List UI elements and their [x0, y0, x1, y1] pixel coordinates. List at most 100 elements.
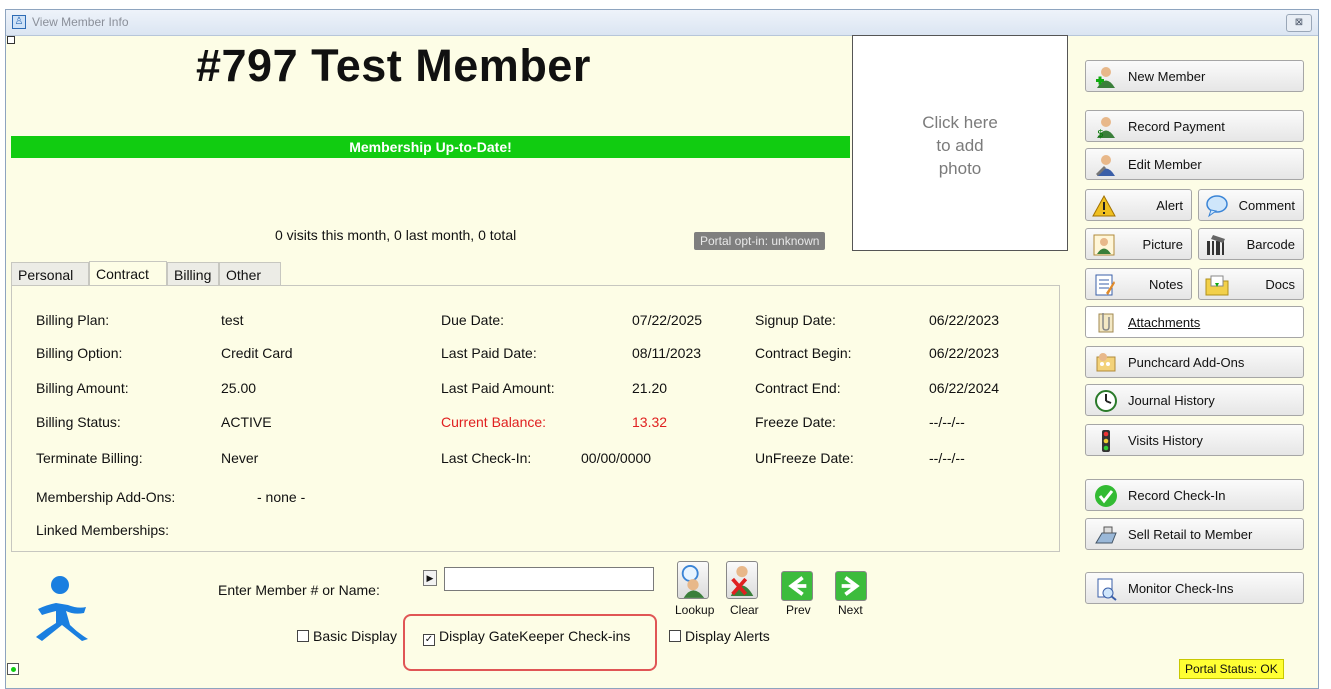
last-checkin-label: Last Check-In: — [441, 450, 532, 466]
visits-history-label: Visits History — [1128, 433, 1203, 448]
arrow-left-icon — [788, 576, 807, 596]
sell-retail-button[interactable]: Sell Retail to Member — [1085, 518, 1304, 550]
photo-prompt: Click here to add photo — [922, 113, 998, 178]
lookup-icon — [681, 565, 705, 598]
billing-amount-label: Billing Amount: — [36, 380, 129, 396]
picture-label: Picture — [1142, 237, 1183, 252]
window-title: View Member Info — [32, 15, 129, 29]
alert-label: Alert — [1156, 198, 1183, 213]
picture-button[interactable]: Picture — [1085, 228, 1192, 260]
unfreeze-date-value: --/--/-- — [929, 450, 965, 466]
traffic-light-icon — [1102, 430, 1110, 452]
alert-button[interactable]: Alert — [1085, 189, 1192, 221]
membership-status-bar: Membership Up-to-Date! — [11, 136, 850, 158]
attachments-button[interactable]: Attachments — [1085, 306, 1304, 338]
comment-button[interactable]: Comment — [1198, 189, 1304, 221]
record-payment-button[interactable]: $ Record Payment — [1085, 110, 1304, 142]
billing-status-value: ACTIVE — [221, 414, 272, 430]
photo-placeholder[interactable]: Click here to add photo — [852, 35, 1068, 251]
last-paid-date-label: Last Paid Date: — [441, 345, 537, 361]
clear-label: Clear — [730, 603, 759, 617]
payment-icon: $ — [1097, 117, 1115, 139]
notes-label: Notes — [1149, 277, 1183, 292]
new-member-button[interactable]: New Member — [1085, 60, 1304, 92]
close-button[interactable]: ⊠ — [1286, 14, 1312, 32]
edit-member-label: Edit Member — [1128, 157, 1202, 172]
monitor-checkins-button[interactable]: Monitor Check-Ins — [1085, 572, 1304, 604]
billing-plan-value: test — [221, 312, 244, 328]
tab-billing[interactable]: Billing — [167, 262, 219, 286]
basic-display-label: Basic Display — [313, 628, 398, 644]
barcode-label: Barcode — [1246, 237, 1295, 252]
current-balance-label: Current Balance: — [441, 414, 547, 430]
new-member-label: New Member — [1128, 69, 1206, 84]
search-dropdown-button[interactable]: ▶ — [423, 570, 437, 586]
next-label: Next — [838, 603, 863, 617]
docs-button[interactable]: Docs — [1198, 268, 1304, 300]
signup-date-label: Signup Date: — [755, 312, 836, 328]
billing-status-label: Billing Status: — [36, 414, 121, 430]
barcode-icon — [1207, 235, 1225, 255]
comment-icon — [1206, 195, 1228, 218]
contract-begin-label: Contract Begin: — [755, 345, 852, 361]
billing-plan-label: Billing Plan: — [36, 312, 110, 328]
comment-label: Comment — [1238, 198, 1295, 213]
due-date-value: 07/22/2025 — [632, 312, 703, 328]
membership-addons-value: - none - — [257, 489, 306, 505]
display-alerts-checkbox[interactable]: Display Alerts — [669, 628, 770, 644]
terminate-billing-label: Terminate Billing: — [36, 450, 143, 466]
sell-retail-label: Sell Retail to Member — [1128, 527, 1253, 542]
app-icon: ♙ — [12, 15, 26, 29]
due-date-label: Due Date: — [441, 312, 505, 328]
unfreeze-date-label: UnFreeze Date: — [755, 450, 854, 466]
punchcard-addons-button[interactable]: Punchcard Add-Ons — [1085, 346, 1304, 378]
billing-option-label: Billing Option: — [36, 345, 123, 361]
monitor-checkins-label: Monitor Check-Ins — [1128, 581, 1234, 596]
edit-member-button[interactable]: Edit Member — [1085, 148, 1304, 180]
last-paid-date-value: 08/11/2023 — [632, 345, 702, 361]
member-title: #797 Test Member — [196, 40, 591, 91]
attachments-icon — [1098, 313, 1114, 333]
contract-begin-value: 06/22/2023 — [929, 345, 1000, 361]
member-search-input[interactable] — [444, 567, 654, 591]
freeze-date-value: --/--/-- — [929, 414, 965, 430]
visits-history-button[interactable]: Visits History — [1085, 424, 1304, 456]
portal-status-badge: Portal Status: OK — [1179, 659, 1284, 679]
display-alerts-label: Display Alerts — [685, 628, 770, 644]
prev-label: Prev — [786, 603, 811, 617]
portal-optin-badge: Portal opt-in: unknown — [694, 232, 826, 250]
app-logo-icon — [36, 576, 88, 641]
contract-end-label: Contract End: — [755, 380, 841, 396]
record-checkin-button[interactable]: Record Check-In — [1085, 479, 1304, 511]
prev-button[interactable] — [781, 571, 813, 601]
barcode-button[interactable]: Barcode — [1198, 228, 1304, 260]
arrow-right-icon — [841, 576, 860, 596]
title-bar: ♙ View Member Info ⊠ — [6, 10, 1318, 36]
restore-icon[interactable] — [7, 36, 15, 44]
signup-date-value: 06/22/2023 — [929, 312, 1000, 328]
tab-personal[interactable]: Personal — [11, 262, 89, 286]
terminate-billing-value: Never — [221, 450, 259, 466]
display-alerts-box[interactable] — [669, 630, 681, 642]
basic-display-box[interactable] — [297, 630, 309, 642]
clear-button[interactable] — [726, 561, 758, 599]
notes-icon — [1095, 274, 1115, 296]
tab-contract[interactable]: Contract — [89, 261, 167, 287]
journal-history-button[interactable]: Journal History — [1085, 384, 1304, 416]
punchcard-icon — [1096, 353, 1116, 372]
attachments-label: Attachments — [1128, 315, 1201, 330]
tab-other[interactable]: Other — [219, 262, 281, 286]
basic-display-checkbox[interactable]: Basic Display — [297, 628, 397, 644]
alert-icon — [1092, 194, 1116, 217]
last-checkin-value: 00/00/0000 — [581, 450, 652, 466]
notes-button[interactable]: Notes — [1085, 268, 1192, 300]
docs-icon — [1205, 275, 1229, 296]
record-checkin-label: Record Check-In — [1128, 488, 1226, 503]
next-button[interactable] — [835, 571, 867, 601]
freeze-date-label: Freeze Date: — [755, 414, 836, 430]
lookup-button[interactable] — [677, 561, 709, 599]
svg-text:$: $ — [1097, 127, 1104, 139]
billing-option-value: Credit Card — [221, 345, 293, 361]
clock-icon — [1095, 390, 1117, 412]
gatekeeper-highlight — [403, 614, 657, 671]
